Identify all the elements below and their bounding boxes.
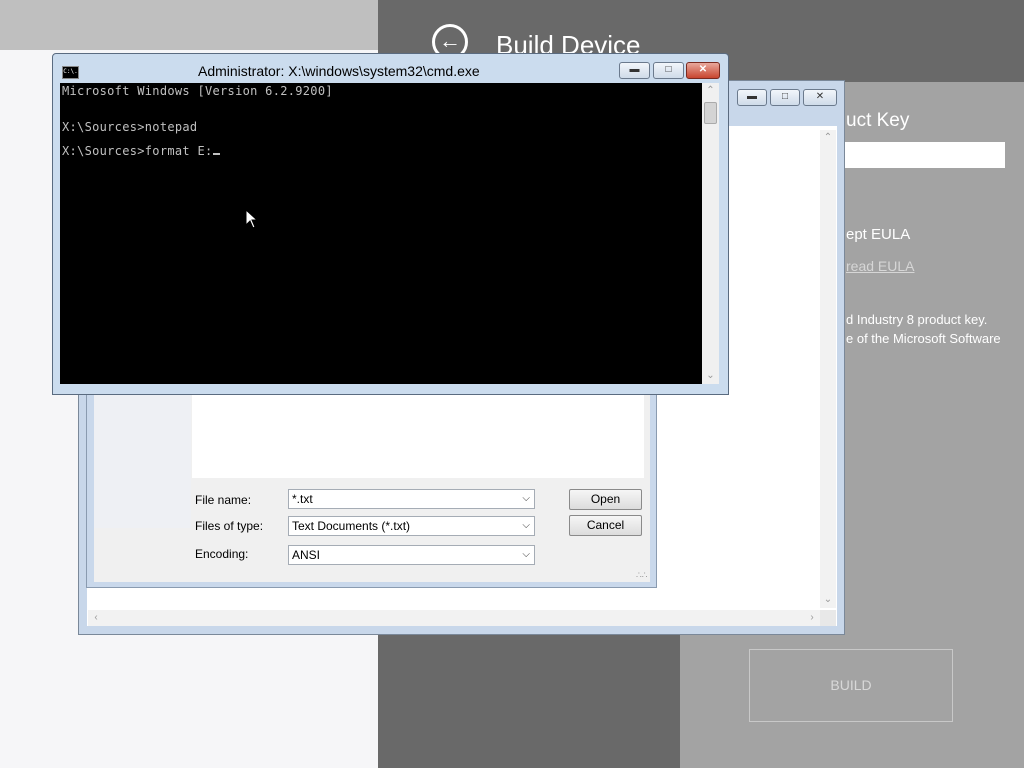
chevron-down-icon[interactable]: ⌵	[522, 490, 530, 508]
pointer-svg	[245, 208, 259, 229]
console-line-notepad: X:\Sources>notepad	[62, 120, 198, 134]
open-button[interactable]: Open	[569, 489, 642, 510]
cmd-vertical-scrollbar[interactable]: ⌃ ⌄	[702, 83, 719, 384]
files-of-type-label: Files of type:	[195, 519, 264, 533]
scroll-down-icon[interactable]: ⌄	[820, 592, 836, 608]
build-button[interactable]: BUILD	[749, 649, 953, 722]
product-key-description-line2: e of the Microsoft Software	[846, 331, 1001, 346]
file-name-value: *.txt	[292, 492, 313, 506]
scrollbar-corner	[820, 610, 836, 626]
notepad-horizontal-scrollbar[interactable]: ‹ ›	[88, 610, 820, 626]
cmd-close-button[interactable]: ✕	[686, 62, 720, 79]
accept-eula-label[interactable]: ept EULA	[846, 226, 910, 243]
encoding-select[interactable]: ANSI ⌵	[288, 545, 535, 565]
product-key-description-line1: d Industry 8 product key.	[846, 312, 988, 327]
product-key-input[interactable]	[842, 142, 1005, 168]
product-key-label: uct Key	[846, 110, 910, 131]
notepad-maximize-button[interactable]: □	[770, 89, 800, 106]
notepad-vertical-scrollbar[interactable]: ⌃ ⌄	[820, 130, 836, 608]
scroll-down-icon[interactable]: ⌄	[702, 368, 719, 384]
dialog-file-list[interactable]	[192, 394, 644, 478]
cmd-maximize-button[interactable]: □	[653, 62, 684, 79]
notepad-minimize-button[interactable]: ▬	[737, 89, 767, 106]
scroll-up-icon[interactable]: ⌃	[820, 130, 836, 146]
console-command-text: X:\Sources>format E:	[62, 144, 213, 158]
chevron-down-icon[interactable]: ⌵	[522, 517, 530, 535]
cmd-window-title: Administrator: X:\windows\system32\cmd.e…	[198, 63, 480, 79]
files-of-type-select[interactable]: Text Documents (*.txt) ⌵	[288, 516, 535, 536]
encoding-value: ANSI	[292, 548, 321, 562]
console-line-version: Microsoft Windows [Version 6.2.9200]	[62, 84, 333, 98]
dialog-navigation-pane[interactable]	[94, 394, 191, 528]
notepad-close-button[interactable]: ✕	[803, 89, 837, 106]
cmd-scrollbar-thumb[interactable]	[704, 102, 717, 124]
cmd-minimize-button[interactable]: ▬	[619, 62, 650, 79]
encoding-label: Encoding:	[195, 547, 249, 561]
cancel-button[interactable]: Cancel	[569, 515, 642, 536]
read-eula-link[interactable]: read EULA	[846, 258, 914, 274]
chevron-down-icon[interactable]: ⌵	[522, 546, 530, 564]
text-cursor	[212, 153, 220, 155]
resize-grip-icon[interactable]: ∴∴	[636, 570, 647, 581]
background-left-header	[0, 0, 378, 50]
console-line-format: X:\Sources>format E:	[62, 144, 220, 158]
scroll-left-icon[interactable]: ‹	[88, 610, 104, 626]
cmd-app-icon: C:\.	[62, 66, 79, 79]
file-name-label: File name:	[195, 493, 252, 507]
files-of-type-value: Text Documents (*.txt)	[292, 519, 411, 533]
scroll-right-icon[interactable]: ›	[804, 610, 820, 626]
file-name-input[interactable]: *.txt ⌵	[288, 489, 535, 509]
scroll-up-icon[interactable]: ⌃	[702, 83, 719, 99]
